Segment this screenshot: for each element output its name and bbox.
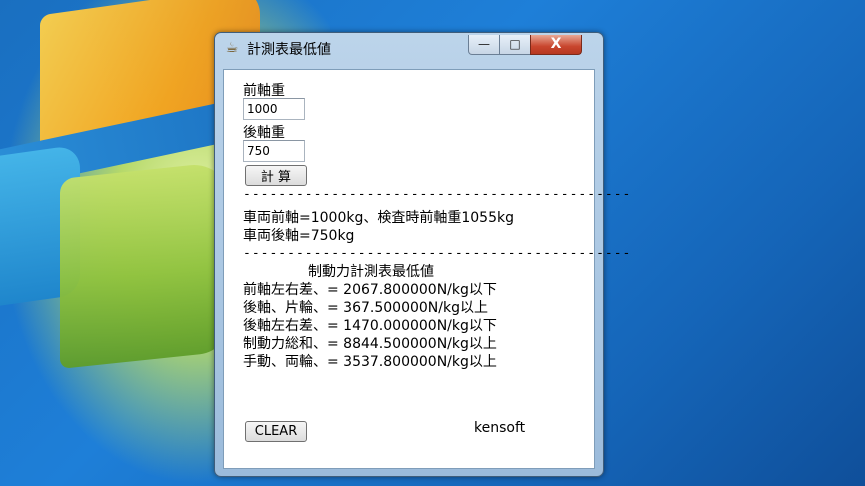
table-row: 手動、両輪、= 3537.800000N/kg以上 xyxy=(243,354,497,370)
minimize-button[interactable]: — xyxy=(468,35,500,55)
app-window: ☕ 計測表最低値 — □ X 前軸重 後軸重 計 算 -------------… xyxy=(214,32,630,477)
result-rear-axle: 車両後軸=750kg xyxy=(243,228,355,244)
rear-axle-input[interactable] xyxy=(243,140,305,162)
maximize-icon: □ xyxy=(509,37,521,51)
front-axle-input[interactable] xyxy=(243,98,305,120)
divider-top: ----------------------------------------… xyxy=(243,187,632,202)
maximize-button[interactable]: □ xyxy=(499,35,531,55)
divider-bottom: ----------------------------------------… xyxy=(243,246,632,261)
rear-axle-label: 後軸重 xyxy=(243,125,285,141)
table-row: 前軸左右差、= 2067.800000N/kg以下 xyxy=(243,282,497,298)
calculate-button[interactable]: 計 算 xyxy=(245,165,307,186)
window-title: 計測表最低値 xyxy=(247,42,331,58)
table-heading: 制動力計測表最低値 xyxy=(308,264,434,280)
client-area: 前軸重 後軸重 計 算 ----------------------------… xyxy=(223,69,630,469)
clear-button[interactable]: CLEAR xyxy=(245,421,307,442)
table-row: 後軸、片輪、= 367.500000N/kg以上 xyxy=(243,300,488,316)
close-icon: X xyxy=(550,36,562,52)
table-row: 制動力総和、= 8844.500000N/kg以上 xyxy=(243,336,497,352)
close-button[interactable]: X xyxy=(530,35,582,55)
front-axle-label: 前軸重 xyxy=(243,83,285,99)
minimize-icon: — xyxy=(478,37,490,51)
coffee-cup-icon: ☕ xyxy=(225,40,239,56)
result-front-axle: 車両前軸=1000kg、検査時前軸重1055kg xyxy=(243,210,514,226)
credit-label: kensoft xyxy=(474,420,526,436)
title-bar[interactable]: ☕ 計測表最低値 — □ X xyxy=(215,33,603,63)
table-row: 後軸左右差、= 1470.000000N/kg以下 xyxy=(243,318,497,334)
